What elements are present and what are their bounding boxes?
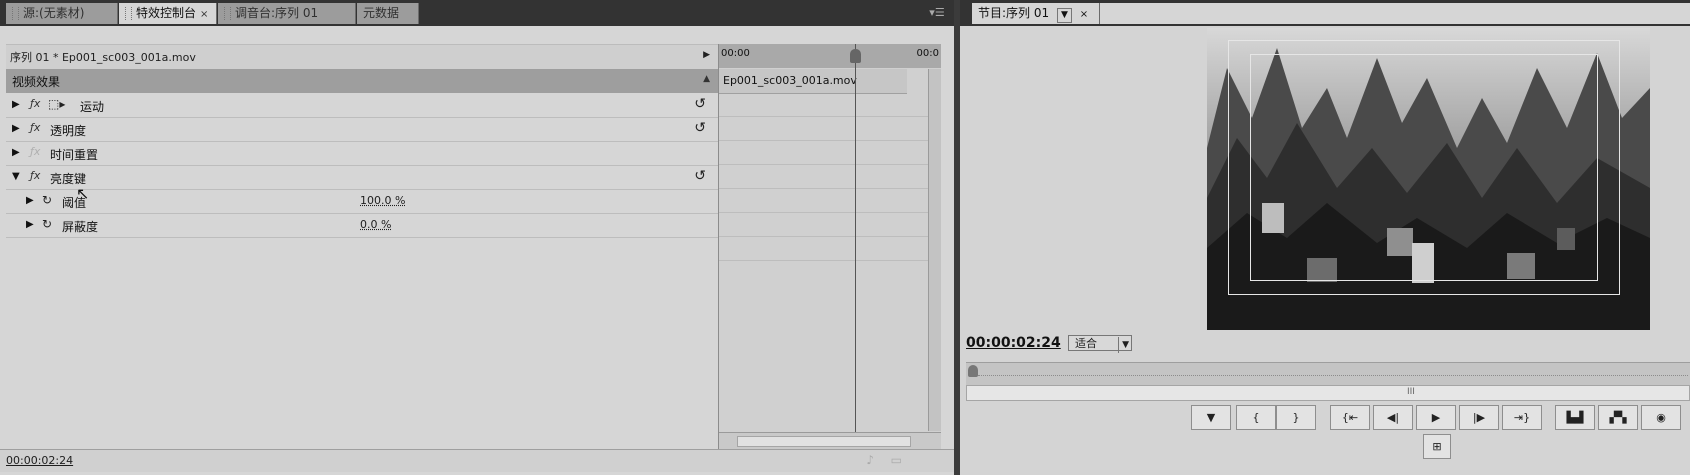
expand-triangle-icon[interactable]: ▶ [12,147,20,158]
mark-out-button[interactable]: } [1276,405,1316,430]
timeline-row [719,93,929,117]
scroll-thumb[interactable] [737,436,911,447]
timeline-row [719,165,929,189]
close-tab-icon[interactable]: × [1080,9,1088,20]
premiere-workspace: 源:(无素材) 特效控制台 × 调音台:序列 01 元数据 ▾☰ 序列 01 * … [0,0,1690,475]
stopwatch-icon[interactable]: ↻ [42,193,52,207]
param-value[interactable]: 100.0 % [360,194,405,207]
motion-transform-icon[interactable]: ⬚▸ [48,97,65,111]
fx-toggle-icon[interactable]: ƒx [30,169,40,182]
collapse-triangle-icon[interactable]: ▼ [12,171,20,182]
tab-program[interactable]: 节目:序列 01 ▼ × [972,3,1100,24]
timeline-rows [719,93,929,261]
zoom-scrollbar[interactable]: III [966,385,1690,401]
lift-button[interactable]: ▙▟ [1555,405,1595,430]
param-row-threshold[interactable]: ▶ ↻ 阈值 100.0 % [6,190,718,214]
effect-row-time-remap[interactable]: ▶ ƒx 时间重置 [6,142,718,166]
expand-triangle-icon[interactable]: ▶ [12,99,20,110]
program-video-frame[interactable] [1207,28,1650,330]
timeline-row [719,189,929,213]
go-to-out-button[interactable]: ⇥} [1502,405,1542,430]
tab-effect-controls[interactable]: 特效控制台 × [119,3,217,24]
reset-icon[interactable]: ↺ [694,96,706,112]
timeline-row [719,213,929,237]
expand-triangle-icon[interactable]: ▶ [26,195,34,206]
left-tab-bar: 源:(无素材) 特效控制台 × 调音台:序列 01 元数据 ▾☰ [0,0,954,26]
video-effects-header: 视频效果 ▲ [6,69,718,93]
fx-toggle-icon: ƒx [30,145,41,158]
effect-name: 时间重置 [50,148,99,162]
right-tab-bar: 节目:序列 01 ▼ × [960,0,1690,26]
title-safe-guide [1250,54,1598,281]
effect-timeline[interactable]: 00:00 00:0 Ep001_sc003_001a.mov [718,44,941,449]
tab-audio-mixer[interactable]: 调音台:序列 01 [218,3,356,24]
expand-triangle-icon[interactable]: ▶ [12,123,20,134]
extract-button[interactable]: ▞▚ [1598,405,1638,430]
folder-icon[interactable]: ▭ [891,453,902,467]
mouse-cursor-icon: ↖ [76,184,90,203]
param-name: 屏蔽度 [62,220,99,234]
fx-toggle-icon[interactable]: ƒx [30,97,40,110]
stopwatch-icon[interactable]: ↻ [42,217,52,231]
program-monitor-panel: 节目:序列 01 ▼ × 00:00:02:24 适合 ▼ III ▼ {} … [960,0,1690,475]
tab-bar-fill [1100,3,1690,24]
effect-name: 透明度 [50,124,87,138]
step-forward-button[interactable]: |▶ [1459,405,1499,430]
param-row-cutoff[interactable]: ▶ ↻ 屏蔽度 0.0 % [6,214,718,238]
add-marker-button[interactable]: ▼ [1191,405,1231,430]
scroll-grip-icon[interactable]: III [1407,387,1415,397]
ruler-end-time: 00:0 [916,48,939,59]
close-tab-icon[interactable]: × [200,9,208,20]
go-to-in-button[interactable]: {⇤ [1330,405,1370,430]
audio-icon[interactable]: ♪ [866,453,874,467]
timeline-row [719,237,929,261]
ruler-ticks [978,375,1688,382]
play-button[interactable]: ▶ [1416,405,1456,430]
timeline-row [719,117,929,141]
tab-metadata[interactable]: 元数据 [357,3,419,24]
export-frame-button[interactable]: ◉ [1641,405,1681,430]
play-triangle-icon[interactable]: ▶ [703,50,710,60]
grip-icon[interactable] [125,7,132,20]
panel-menu-icon[interactable]: ▾☰ [928,6,946,20]
sequence-clip-label: 序列 01 * Ep001_sc003_001a.mov [10,51,196,64]
time-ruler[interactable]: 00:00 00:0 [719,44,941,68]
expand-triangle-icon[interactable]: ▶ [26,219,34,230]
playhead-handle[interactable] [850,49,861,63]
effect-controls-panel: 源:(无素材) 特效控制台 × 调音台:序列 01 元数据 ▾☰ 序列 01 * … [0,0,954,475]
collapse-up-icon[interactable]: ▲ [703,74,710,84]
button-editor-button[interactable]: ⊞ [1423,434,1451,459]
reset-icon[interactable]: ↺ [694,168,706,184]
step-back-button[interactable]: ◀| [1373,405,1413,430]
grip-icon[interactable] [224,7,231,20]
playhead-line [855,44,856,432]
mark-in-button[interactable]: { [1236,405,1276,430]
reset-icon[interactable]: ↺ [694,120,706,136]
playhead-handle[interactable] [968,365,978,377]
chevron-down-icon[interactable]: ▼ [1056,8,1072,23]
effect-row-motion[interactable]: ▶ ƒx ⬚▸ 运动 ↺ [6,94,718,118]
effect-controls-footer: 00:00:02:24 ♪ ▭ [0,449,954,472]
chevron-down-icon[interactable]: ▼ [1118,337,1129,353]
ruler-start-time: 00:00 [721,48,750,59]
grip-icon[interactable] [12,7,19,20]
tab-source[interactable]: 源:(无素材) [6,3,118,24]
effect-row-opacity[interactable]: ▶ ƒx 透明度 ↺ [6,118,718,142]
program-timecode[interactable]: 00:00:02:24 [966,335,1061,351]
current-timecode[interactable]: 00:00:02:24 [6,454,73,467]
video-effects-title: 视频效果 [12,75,61,89]
clip-name: Ep001_sc003_001a.mov [723,74,857,87]
effect-name: 运动 [80,100,105,114]
horizontal-scrollbar[interactable] [719,432,941,449]
effect-row-luma-key[interactable]: ▼ ƒx 亮度键 ↺ [6,166,718,190]
program-time-ruler[interactable] [966,362,1690,385]
clip-bar[interactable]: Ep001_sc003_001a.mov [719,69,907,94]
vertical-scrollbar[interactable] [928,69,941,431]
timeline-row [719,141,929,165]
param-value[interactable]: 0.0 % [360,218,391,231]
fx-toggle-icon[interactable]: ƒx [30,121,40,134]
sequence-clip-bar: 序列 01 * Ep001_sc003_001a.mov ▶ [6,44,718,70]
zoom-fit-select[interactable]: 适合 ▼ [1068,335,1132,353]
